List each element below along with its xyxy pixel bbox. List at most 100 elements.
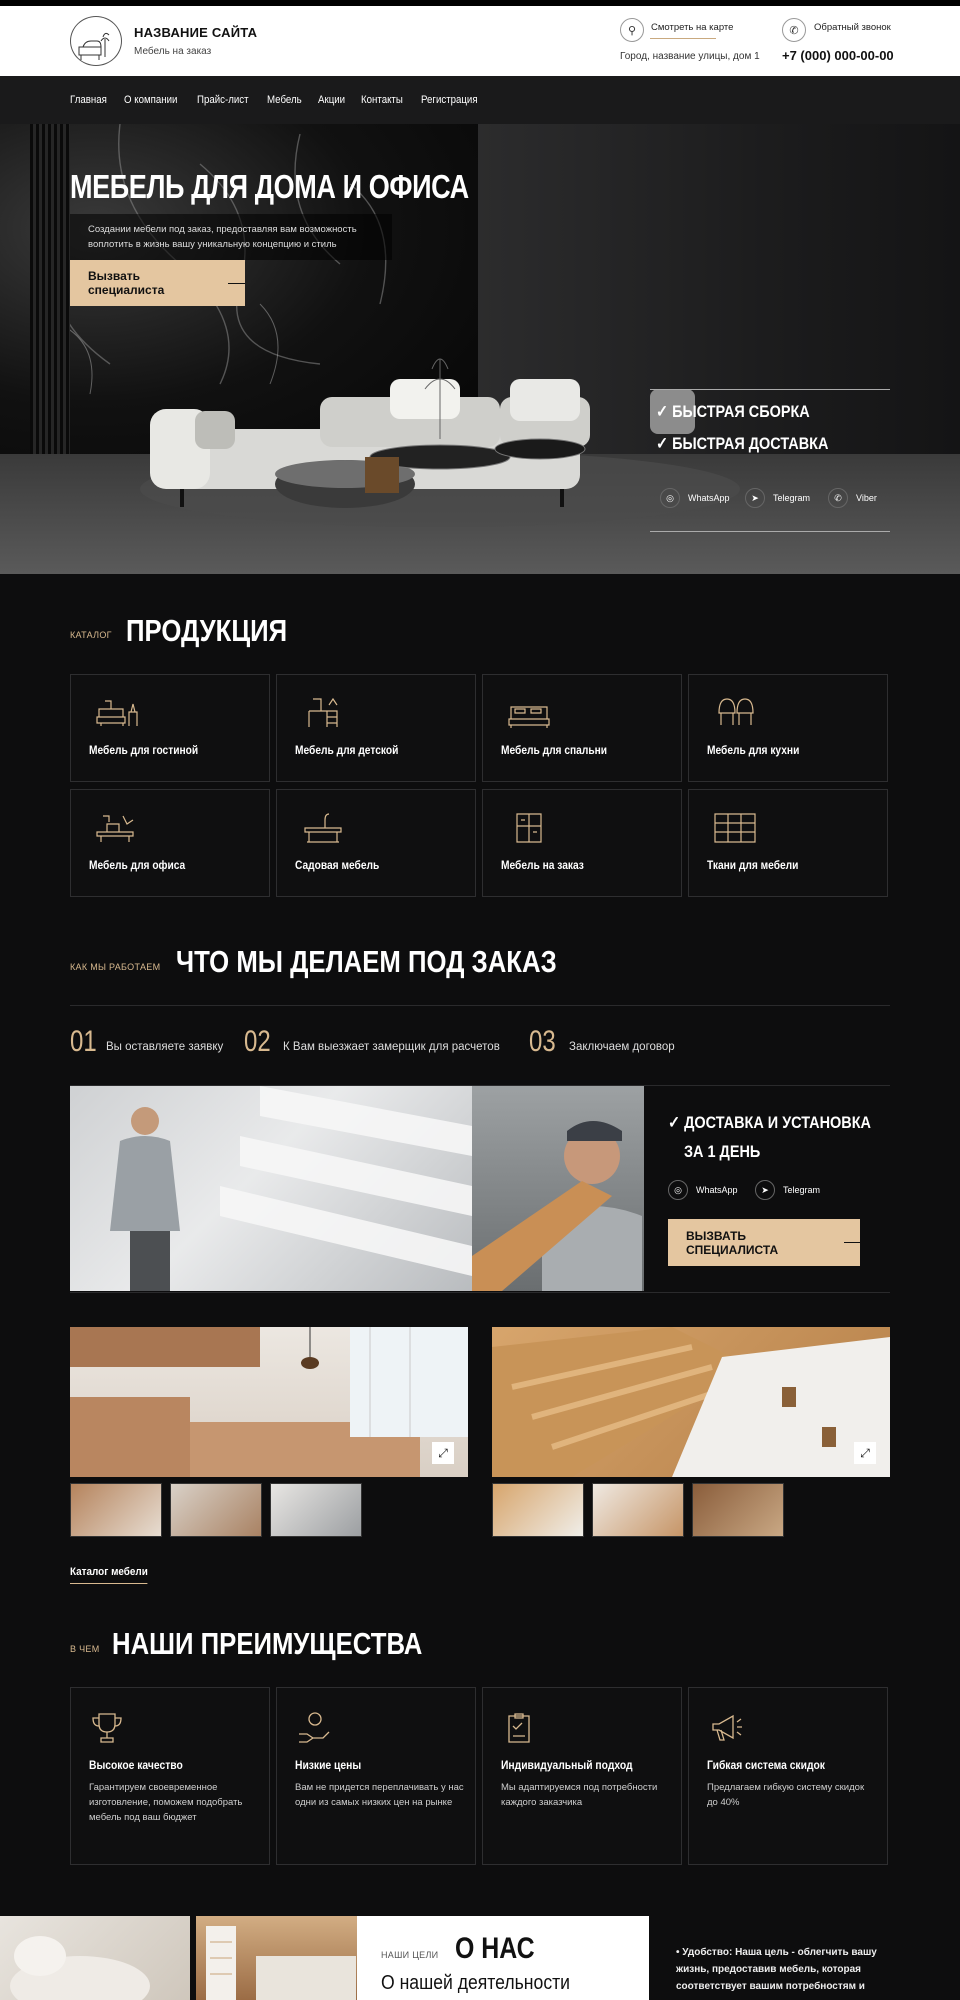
gallery-thumb[interactable] <box>270 1483 362 1537</box>
catalog-card-bedroom[interactable]: Мебель для спальни <box>482 674 682 782</box>
nav-item-promo[interactable]: Акции <box>318 94 345 106</box>
gallery-thumb[interactable] <box>492 1483 584 1537</box>
phone-number[interactable]: +7 (000) 000-00-00 <box>782 48 894 63</box>
fabric-icon <box>714 813 756 843</box>
garden-table-icon <box>304 813 342 843</box>
about-subtitle: О нашей деятельности <box>381 1972 571 1994</box>
photo-worker-wood <box>472 1086 644 1291</box>
advantage-card-prices: Низкие цены Вам не придется переплачиват… <box>276 1687 476 1865</box>
advantages-title: НАШИ ПРЕИМУЩЕСТВА <box>112 1626 423 1661</box>
hero-rule-top <box>650 389 890 390</box>
process-call-specialist-button-label: ВЫЗВАТЬ СПЕЦИАЛИСТА <box>686 1228 779 1257</box>
expand-icon[interactable]: ⤢ <box>432 1442 454 1464</box>
nav-item-furniture[interactable]: Мебель <box>267 94 302 106</box>
gallery-thumb[interactable] <box>592 1483 684 1537</box>
catalog-card-kids[interactable]: Мебель для детской <box>276 674 476 782</box>
callback-link[interactable]: Обратный звонок <box>814 22 891 33</box>
office-chair-icon <box>96 815 134 842</box>
hero-description: Создании мебели под заказ, предоставляя … <box>70 214 392 260</box>
about-kicker: НАШИ ЦЕЛИ <box>381 1950 439 1960</box>
process-divider-top <box>70 1005 890 1006</box>
advantage-card-discounts: Гибкая система скидок Предлагаем гибкую … <box>688 1687 888 1865</box>
phone-icon[interactable]: ✆ <box>782 18 806 42</box>
site-header: НАЗВАНИЕ САЙТА Мебель на заказ ⚲ Смотрет… <box>0 6 960 76</box>
page: НАЗВАНИЕ САЙТА Мебель на заказ ⚲ Смотрет… <box>0 0 960 2000</box>
gallery-kitchen-main[interactable] <box>70 1327 468 1477</box>
address: Город, название улицы, дом 1 <box>620 51 760 62</box>
step-text-3: Заключаем договор <box>569 1041 675 1053</box>
whatsapp-icon: ◎ <box>668 1180 688 1200</box>
social-telegram[interactable]: ➤ Telegram <box>745 488 810 508</box>
process-call-specialist-button[interactable]: ВЫЗВАТЬ СПЕЦИАЛИСТА <box>668 1219 860 1266</box>
feature-fast-delivery: ✓ БЫСТРАЯ ДОСТАВКА <box>656 434 829 453</box>
delivery-title-line2: ЗА 1 ДЕНЬ <box>684 1142 761 1161</box>
delivery-title-line1: ✓ ДОСТАВКА И УСТАНОВКА <box>668 1113 871 1132</box>
process-social-telegram[interactable]: ➤ Telegram <box>755 1180 820 1200</box>
feature-fast-assembly: ✓ БЫСТРАЯ СБОРКА <box>656 402 810 421</box>
kids-desk-icon <box>308 697 338 727</box>
logo[interactable] <box>70 16 122 66</box>
check-icon: ✓ <box>656 434 673 453</box>
dash-icon <box>228 282 245 284</box>
cabinet-icon <box>516 813 542 843</box>
telegram-icon: ➤ <box>755 1180 775 1200</box>
nav-item-contacts[interactable]: Контакты <box>361 94 403 106</box>
map-link-underline <box>650 38 716 39</box>
hero-title: МЕБЕЛЬ ДЛЯ ДОМА И ОФИСА <box>70 168 469 205</box>
map-link[interactable]: Смотреть на карте <box>651 22 733 33</box>
megaphone-icon <box>712 1714 742 1741</box>
catalog-kicker: КАТАЛОГ <box>70 630 112 640</box>
step-number-1: 01 <box>70 1025 97 1058</box>
check-icon: ✓ <box>656 402 673 421</box>
call-specialist-button[interactable]: Вызвать специалиста <box>70 260 245 306</box>
expand-icon[interactable]: ⤢ <box>854 1442 876 1464</box>
catalog-card-fabric[interactable]: Ткани для мебели <box>688 789 888 897</box>
catalog-card-custom[interactable]: Мебель на заказ <box>482 789 682 897</box>
process-divider-bottom <box>70 1292 890 1293</box>
process-social-whatsapp[interactable]: ◎ WhatsApp <box>668 1180 738 1200</box>
process-kicker: КАК МЫ РАБОТАЕМ <box>70 962 161 972</box>
catalog-card-office[interactable]: Мебель для офиса <box>70 789 270 897</box>
gallery-thumb[interactable] <box>70 1483 162 1537</box>
catalog-card-garden[interactable]: Садовая мебель <box>276 789 476 897</box>
advantage-card-quality: Высокое качество Гарантируем своевременн… <box>70 1687 270 1865</box>
nav-item-about[interactable]: О компании <box>124 94 177 106</box>
main-nav: Главная О компании Прайс-лист Мебель Акц… <box>0 76 960 124</box>
nav-item-register[interactable]: Регистрация <box>421 94 478 106</box>
about-text: • Удобство: Наша цель - облегчить вашу ж… <box>676 1947 877 1992</box>
about-panel: НАШИ ЦЕЛИ О НАС О нашей деятельности <box>357 1916 649 2000</box>
viber-icon: ✆ <box>828 488 848 508</box>
gallery-thumb[interactable] <box>170 1483 262 1537</box>
step-number-2: 02 <box>244 1025 271 1058</box>
site-name[interactable]: НАЗВАНИЕ САЙТА <box>134 25 257 40</box>
coin-hand-icon <box>299 1712 330 1743</box>
step-number-3: 03 <box>529 1025 556 1058</box>
whatsapp-icon: ◎ <box>660 488 680 508</box>
hero-rule-bottom <box>650 531 890 532</box>
catalog-link[interactable]: Каталог мебели <box>70 1566 148 1584</box>
hero-slat-panel <box>30 124 70 484</box>
process-title: ЧТО МЫ ДЕЛАЕМ ПОД ЗАКАЗ <box>176 944 557 979</box>
social-viber[interactable]: ✆ Viber <box>828 488 877 508</box>
advantages-kicker: В ЧЕМ <box>70 1644 100 1654</box>
hero-banner: МЕБЕЛЬ ДЛЯ ДОМА И ОФИСА Создании мебели … <box>0 124 960 574</box>
about-title: О НАС <box>455 1932 535 1965</box>
gallery-drawer-main[interactable] <box>492 1327 890 1477</box>
nav-item-home[interactable]: Главная <box>70 94 107 106</box>
map-pin-icon[interactable]: ⚲ <box>620 18 644 42</box>
nav-item-pricelist[interactable]: Прайс-лист <box>197 94 249 106</box>
bed-icon <box>508 706 550 728</box>
site-tagline: Мебель на заказ <box>134 46 212 57</box>
catalog-card-living[interactable]: Мебель для гостиной <box>70 674 270 782</box>
call-specialist-button-label: Вызвать специалиста <box>88 269 165 297</box>
telegram-icon: ➤ <box>745 488 765 508</box>
step-text-2: К Вам выезжает замерщик для расчетов <box>283 1041 500 1053</box>
gallery-thumb[interactable] <box>692 1483 784 1537</box>
about-photo-armchair <box>0 1916 190 2000</box>
clipboard-icon <box>508 1713 530 1743</box>
step-text-1: Вы оставляете заявку <box>106 1041 224 1053</box>
catalog-title: ПРОДУКЦИЯ <box>126 613 288 648</box>
catalog-card-kitchen[interactable]: Мебель для кухни <box>688 674 888 782</box>
about-photo-bedroom <box>196 1916 357 2000</box>
social-whatsapp[interactable]: ◎ WhatsApp <box>660 488 730 508</box>
